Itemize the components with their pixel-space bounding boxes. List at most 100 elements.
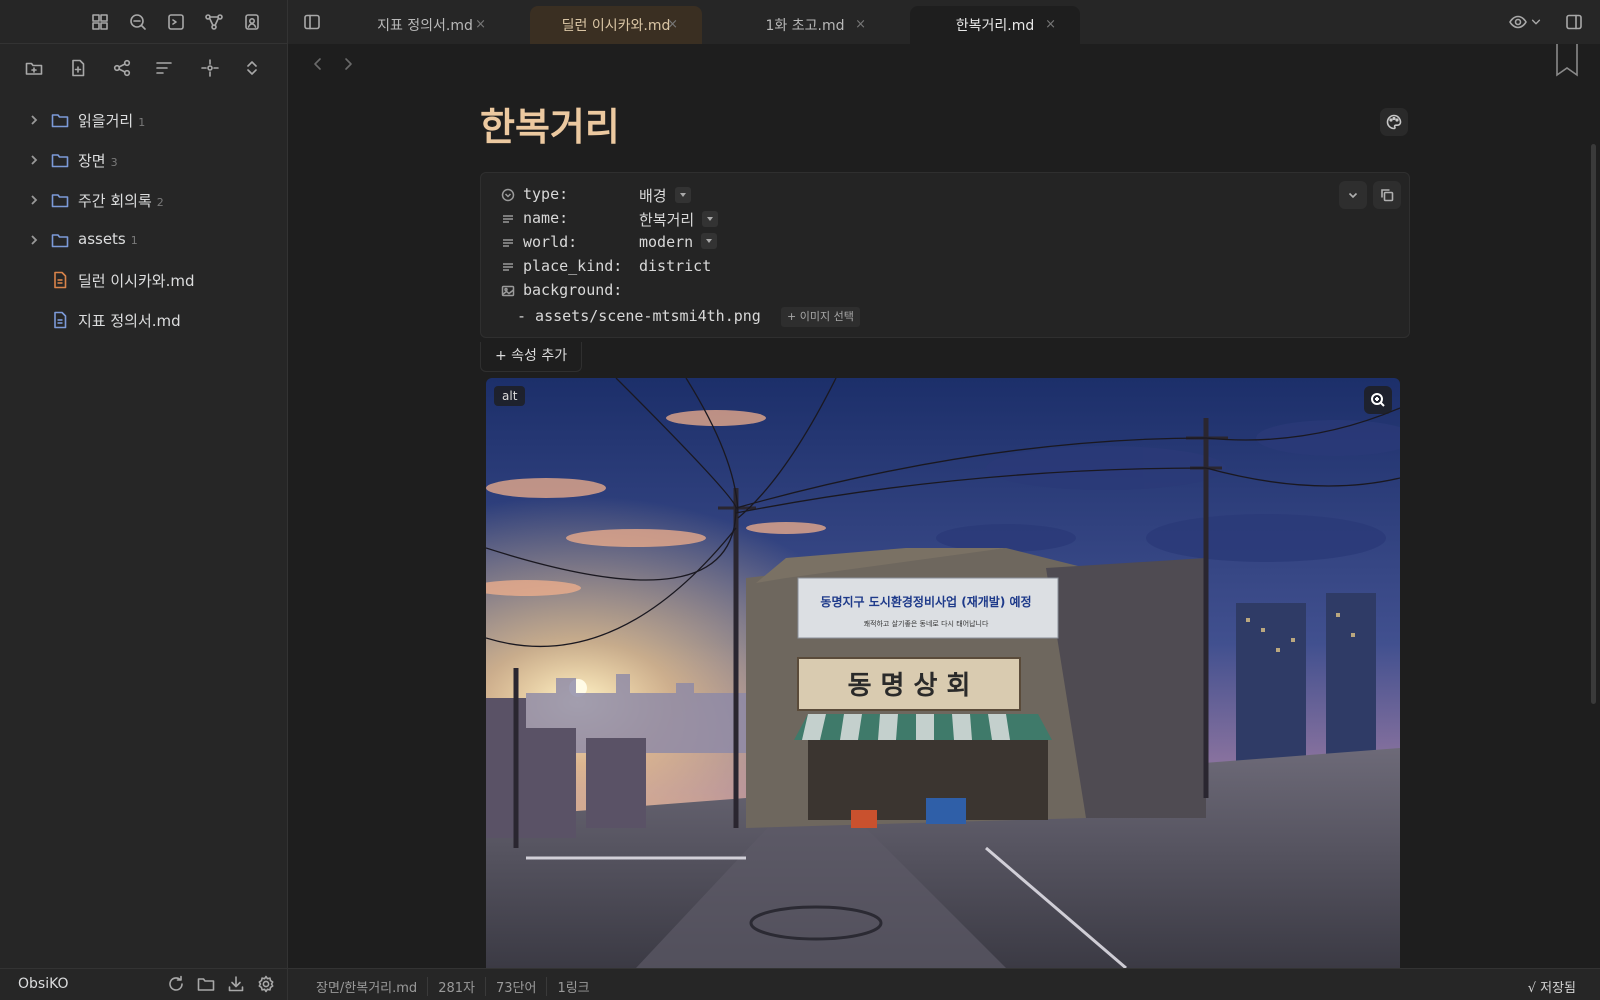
tab-close-button[interactable]: × <box>667 17 678 32</box>
tab-hanbok-street[interactable]: 한복거리.md × <box>910 6 1080 44</box>
target-icon[interactable] <box>200 58 220 78</box>
property-key: world: <box>523 233 578 251</box>
editor-scrollbar[interactable] <box>1591 144 1596 704</box>
select-property-icon <box>501 188 515 202</box>
tree-icon[interactable] <box>112 58 132 78</box>
property-background[interactable]: background: <box>481 279 1409 303</box>
tab-label: 딜런 이시카와.md <box>561 18 671 34</box>
property-value[interactable]: district <box>639 257 711 275</box>
pick-image-button[interactable]: + 이미지 선택 <box>781 307 860 327</box>
bookmark-icon[interactable] <box>1554 44 1580 78</box>
folder-count: 3 <box>110 156 118 169</box>
right-sidebar-toggle-icon[interactable] <box>1564 12 1584 32</box>
folder-name: 읽을거리 <box>78 112 134 130</box>
property-place-kind[interactable]: place_kind: district <box>481 255 1409 279</box>
property-value[interactable]: 한복거리 <box>639 211 694 229</box>
graph-icon[interactable] <box>204 12 224 32</box>
palette-icon[interactable] <box>1380 108 1408 136</box>
banner-sub-text: 쾌적하고 살기좋은 동네로 다시 태어납니다 <box>864 619 989 628</box>
sidebar: 읽을거리 1 장면 3 주간 회의록 2 assets 1 딜런 이시카와.md 지표 정의서.m… <box>0 0 288 1000</box>
tree-folder[interactable]: 읽을거리 1 <box>0 100 288 140</box>
tab-close-button[interactable]: × <box>1045 17 1056 32</box>
property-key: type: <box>523 185 569 203</box>
text-property-icon <box>501 260 515 274</box>
tree-file[interactable]: 지표 정의서.md <box>0 300 288 340</box>
file-icon <box>50 310 70 330</box>
folder-count: 1 <box>130 234 138 247</box>
property-dropdown-button[interactable] <box>674 187 691 203</box>
search-icon[interactable] <box>128 12 148 32</box>
expand-collapse-icon[interactable] <box>242 58 262 78</box>
tab-close-button[interactable]: × <box>475 17 486 32</box>
tree-label: 장면 3 <box>78 150 118 171</box>
status-word-count: 73단어 <box>486 977 548 996</box>
terminal-icon[interactable] <box>166 12 186 32</box>
property-name[interactable]: name: 한복거리 <box>481 207 1409 231</box>
text-property-icon <box>501 236 515 250</box>
back-arrow-icon[interactable] <box>310 56 326 76</box>
download-icon[interactable] <box>226 974 248 996</box>
sidebar-toggle-icon[interactable] <box>302 12 322 32</box>
file-icon <box>50 270 70 290</box>
tree-label: assets 1 <box>78 230 138 248</box>
reading-view-eye-icon[interactable] <box>1508 12 1528 32</box>
view-chevron-down-icon[interactable] <box>1530 14 1544 30</box>
scene-illustration: 동명지구 도시환경정비사업 (재개발) 예정 쾌적하고 살기좋은 동네로 다시 … <box>486 378 1400 968</box>
sort-icon[interactable] <box>154 58 174 78</box>
folder-icon[interactable] <box>196 974 218 996</box>
sync-icon[interactable] <box>166 974 188 996</box>
property-key: place_kind: <box>523 257 623 275</box>
note-title[interactable]: 한복거리 <box>480 96 620 151</box>
collapse-properties-button[interactable] <box>1339 181 1367 209</box>
tab-dylan-ishikawa[interactable]: 딜런 이시카와.md × <box>530 6 702 44</box>
image-alt-badge[interactable]: alt <box>494 386 526 406</box>
file-name: 지표 정의서.md <box>78 312 181 330</box>
property-type[interactable]: type: 배경 <box>481 183 1409 207</box>
chevron-right-icon[interactable] <box>26 192 42 208</box>
new-folder-icon[interactable] <box>24 58 44 78</box>
sidebar-footer: ObsiKO <box>0 968 288 1000</box>
forward-arrow-icon[interactable] <box>340 56 356 76</box>
property-value[interactable]: 배경 <box>639 187 667 205</box>
folder-name: 주간 회의록 <box>78 192 152 210</box>
new-note-icon[interactable] <box>68 58 88 78</box>
folder-icon <box>50 190 70 210</box>
tab-episode-draft[interactable]: 1화 초고.md × <box>720 6 890 44</box>
add-property-button[interactable]: + 속성 추가 <box>480 342 583 372</box>
tree-folder[interactable]: 장면 3 <box>0 140 288 180</box>
property-value[interactable]: modern <box>639 233 693 251</box>
tab-label: 지표 정의서.md <box>377 18 473 34</box>
property-dropdown-button[interactable] <box>702 211 719 227</box>
status-file-path[interactable]: 장면/한복거리.md <box>316 977 429 996</box>
shop-sign-text: 동 명 상 회 <box>848 671 971 701</box>
image-property-icon <box>501 284 515 298</box>
tree-folder[interactable]: 주간 회의록 2 <box>0 180 288 220</box>
file-tree: 읽을거리 1 장면 3 주간 회의록 2 assets 1 딜런 이시카와.md 지표 정의서.m… <box>0 100 288 340</box>
folder-count: 1 <box>138 116 146 129</box>
copy-properties-button[interactable] <box>1373 181 1401 209</box>
scene-image[interactable]: 동명지구 도시환경정비사업 (재개발) 예정 쾌적하고 살기좋은 동네로 다시 … <box>486 378 1400 968</box>
settings-gear-icon[interactable] <box>256 974 278 996</box>
tab-close-button[interactable]: × <box>855 17 866 32</box>
tree-label: 주간 회의록 2 <box>78 190 164 211</box>
tree-folder[interactable]: assets 1 <box>0 220 288 260</box>
folder-name: 장면 <box>78 152 106 170</box>
status-char-count: 281자 <box>428 977 486 996</box>
folder-icon <box>50 150 70 170</box>
status-bar: 장면/한복거리.md 281자 73단어 1링크 √ 저장됨 <box>288 968 1600 1000</box>
chevron-right-icon[interactable] <box>26 152 42 168</box>
zoom-in-icon[interactable] <box>1364 386 1392 414</box>
chevron-right-icon[interactable] <box>26 232 42 248</box>
background-list-item[interactable]: - assets/scene-mtsmi4th.png <box>517 307 761 325</box>
property-key: name: <box>523 209 569 227</box>
tree-file[interactable]: 딜런 이시카와.md <box>0 260 288 300</box>
chevron-right-icon[interactable] <box>26 112 42 128</box>
property-dropdown-button[interactable] <box>701 233 718 249</box>
file-explorer-toolbar <box>0 50 288 86</box>
vault-name[interactable]: ObsiKO <box>18 976 69 992</box>
contact-icon[interactable] <box>242 12 262 32</box>
folder-name: assets <box>78 230 126 248</box>
property-world[interactable]: world: modern <box>481 231 1409 255</box>
dashboard-icon[interactable] <box>90 12 110 32</box>
tab-metric-definition[interactable]: 지표 정의서.md × <box>340 6 510 44</box>
